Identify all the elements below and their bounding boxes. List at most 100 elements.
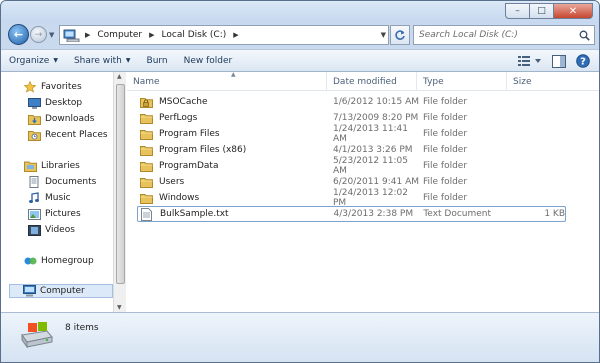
organize-button[interactable]: Organize ▼: [1, 50, 66, 71]
view-details-icon: [518, 56, 541, 66]
sidebar-item-documents[interactable]: Documents: [27, 175, 96, 189]
file-name: PerfLogs: [159, 113, 198, 123]
forward-button[interactable]: →: [30, 26, 47, 43]
scroll-down-icon[interactable]: ▼: [117, 304, 122, 311]
desktop-icon: [27, 97, 41, 109]
scroll-up-icon[interactable]: ▲: [117, 73, 122, 80]
computer-icon: [22, 285, 36, 297]
details-pane: 8 items: [1, 312, 599, 362]
file-date: 4/1/2013 3:26 PM: [333, 145, 413, 155]
libraries-icon: [23, 160, 37, 172]
sidebar-item-label: Desktop: [45, 98, 83, 108]
sidebar-item-homegroup[interactable]: Homegroup: [23, 254, 94, 268]
sidebar-item-desktop[interactable]: Desktop: [27, 96, 82, 110]
column-header-date[interactable]: Date modified: [327, 72, 417, 91]
file-row[interactable]: Windows 1/24/2013 12:02 PM File folder: [137, 188, 566, 208]
refresh-button[interactable]: [390, 25, 410, 45]
file-type: File folder: [423, 177, 468, 187]
share-with-label: Share with: [73, 55, 122, 66]
file-date: 4/3/2013 2:38 PM: [333, 209, 414, 219]
preview-pane-icon: [552, 54, 566, 68]
explorer-window: – □ ✕ ← → ▼ ▶ Computer ▶ Local Disk (C:)…: [0, 0, 600, 363]
column-header-size[interactable]: Size: [507, 72, 599, 91]
file-name-cell: BulkSample.txt: [138, 207, 334, 221]
locked-folder-icon: [140, 96, 154, 108]
command-bar: Organize ▼ Share with ▼ Burn New folder: [1, 49, 599, 72]
minimize-button[interactable]: –: [505, 3, 529, 19]
back-button[interactable]: ←: [8, 24, 29, 45]
chevron-down-icon: ▼: [125, 57, 131, 64]
sidebar-item-label: Music: [45, 193, 71, 203]
text-file-icon: [141, 207, 155, 221]
music-note-icon: [27, 192, 41, 204]
column-header-type[interactable]: Type: [417, 72, 507, 91]
file-type: File folder: [423, 113, 468, 123]
search-box[interactable]: [413, 25, 595, 45]
pictures-icon: [27, 208, 41, 220]
folder-icon: [140, 112, 154, 124]
new-folder-button[interactable]: New folder: [176, 50, 241, 71]
breadcrumb-chevron-icon[interactable]: ▶: [81, 31, 94, 39]
recent-pages-dropdown-icon[interactable]: ▼: [49, 31, 55, 39]
sidebar-item-label: Pictures: [45, 209, 81, 219]
file-name-cell: Users: [137, 176, 333, 188]
item-count: 8 items: [65, 323, 99, 333]
file-name: Program Files (x86): [159, 145, 247, 155]
file-date: 5/23/2012 11:05 AM: [333, 156, 408, 176]
breadcrumb-chevron-icon[interactable]: ▶: [229, 31, 242, 39]
sidebar-item-label: Videos: [45, 225, 75, 235]
burn-button[interactable]: Burn: [139, 50, 176, 71]
sidebar-item-downloads[interactable]: Downloads: [27, 112, 94, 126]
sidebar-item-recent-places[interactable]: Recent Places: [27, 128, 108, 142]
file-name-cell: PerfLogs: [137, 112, 333, 124]
sidebar-item-videos[interactable]: Videos: [27, 223, 75, 237]
file-type: Text Document: [423, 209, 492, 219]
search-input[interactable]: [414, 30, 574, 40]
file-name-cell: ProgramData: [137, 160, 333, 172]
documents-icon: [27, 176, 41, 188]
svg-text:?: ?: [580, 57, 586, 68]
file-row[interactable]: ProgramData 5/23/2012 11:05 AM File folder: [137, 156, 566, 176]
breadcrumb-chevron-icon[interactable]: ▶: [145, 31, 158, 39]
file-row[interactable]: MSOCache 1/6/2012 10:15 AM File folder: [137, 94, 566, 110]
navigation-pane-scrollbar[interactable]: ▲ ▼: [113, 72, 126, 312]
help-button[interactable]: ?: [573, 52, 593, 70]
sidebar-item-computer[interactable]: Computer: [9, 284, 113, 298]
file-name: Users: [159, 177, 185, 187]
breadcrumb-computer[interactable]: Computer: [94, 26, 145, 44]
maximize-button[interactable]: □: [529, 3, 553, 19]
organize-label: Organize: [9, 55, 50, 66]
content-area: Favorites Desktop Downloads Recent Place…: [1, 71, 599, 312]
search-icon[interactable]: [579, 30, 590, 44]
sidebar-item-pictures[interactable]: Pictures: [27, 207, 81, 221]
file-name: Windows: [159, 193, 200, 203]
scrollbar-thumb[interactable]: [116, 84, 125, 284]
file-name-cell: Windows: [137, 192, 333, 204]
sort-ascending-icon: ▲: [231, 71, 236, 78]
sidebar-item-label: Recent Places: [45, 130, 108, 140]
file-row[interactable]: BulkSample.txt 4/3/2013 2:38 PM Text Docum…: [137, 206, 566, 222]
file-type: File folder: [423, 97, 468, 107]
sidebar-item-favorites[interactable]: Favorites: [23, 80, 82, 94]
close-button[interactable]: ✕: [553, 3, 593, 19]
sidebar-item-music[interactable]: Music: [27, 191, 71, 205]
file-name: BulkSample.txt: [160, 209, 229, 219]
address-history-dropdown-icon[interactable]: ▼: [381, 31, 386, 39]
file-type: File folder: [423, 129, 468, 139]
share-with-button[interactable]: Share with ▼: [66, 50, 139, 71]
sidebar-item-libraries[interactable]: Libraries: [23, 159, 80, 173]
sidebar-item-label: Downloads: [45, 114, 95, 124]
address-bar[interactable]: ▶ Computer ▶ Local Disk (C:) ▶ ▼: [59, 25, 389, 45]
title-bar[interactable]: – □ ✕: [1, 1, 599, 23]
folder-icon: [140, 160, 154, 172]
preview-pane-button[interactable]: [549, 52, 569, 70]
file-date: 1/6/2012 10:15 AM: [333, 97, 420, 107]
file-date: 1/24/2013 11:41 AM: [333, 124, 408, 144]
breadcrumb-local-disk[interactable]: Local Disk (C:): [159, 26, 230, 44]
column-header-name[interactable]: ▲ Name: [127, 71, 327, 91]
sidebar-item-label: Documents: [45, 177, 97, 187]
change-view-button[interactable]: [515, 52, 545, 70]
file-date: 6/20/2011 9:41 AM: [333, 177, 420, 187]
folder-icon: [140, 192, 154, 204]
file-row[interactable]: Program Files 1/24/2013 11:41 AM File fold…: [137, 124, 566, 144]
